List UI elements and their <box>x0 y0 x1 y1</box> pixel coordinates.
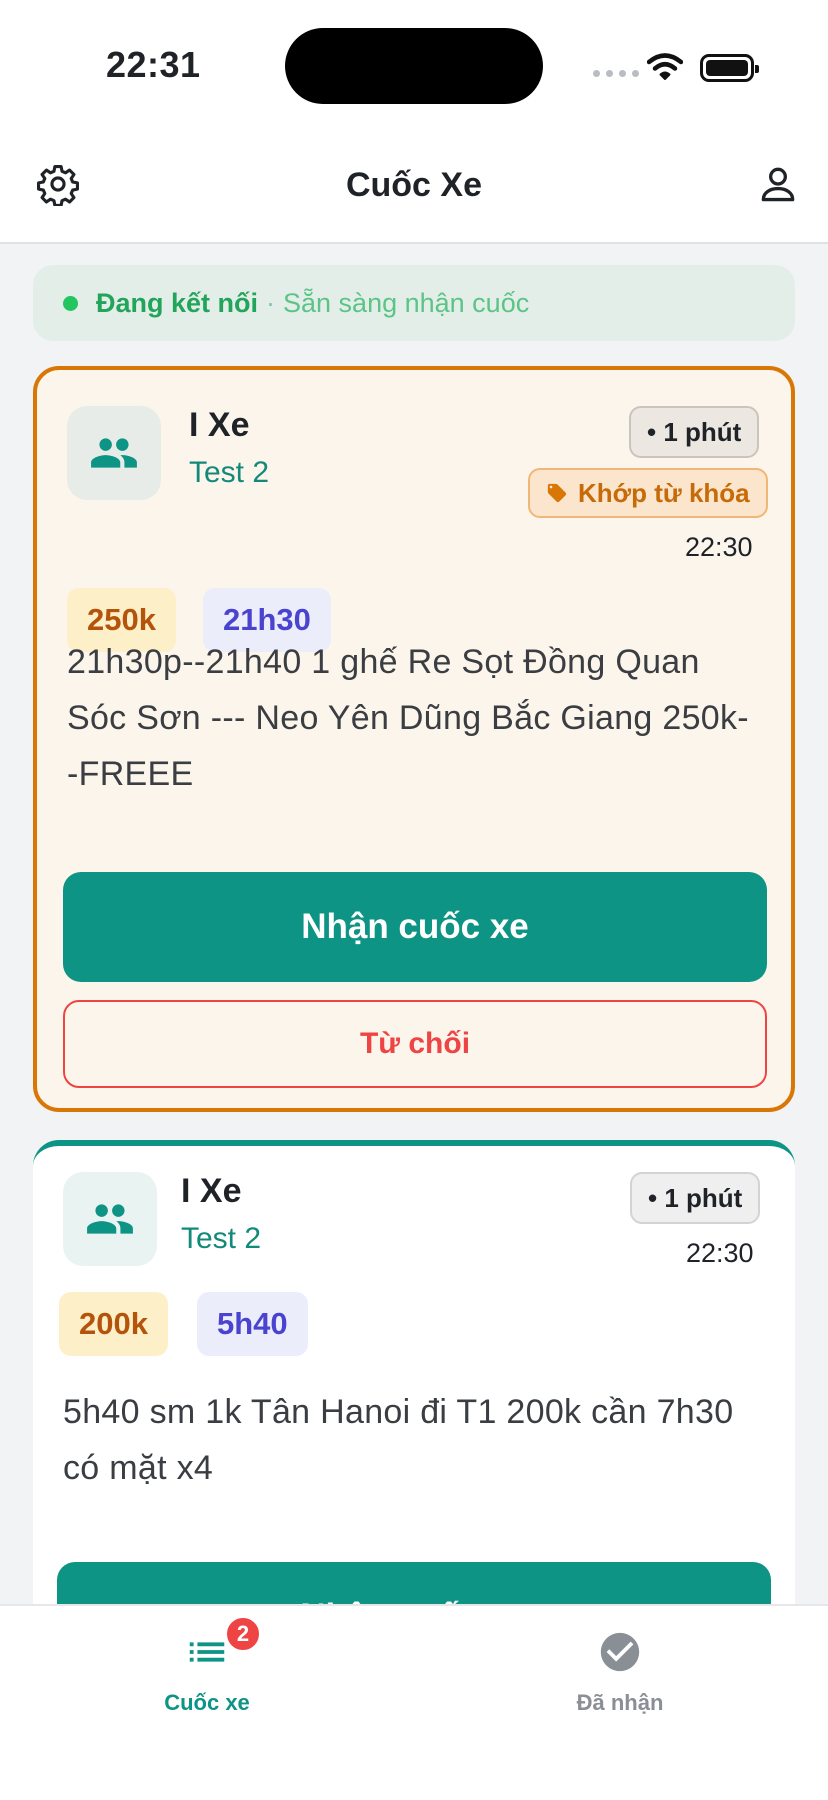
group-name: Test 2 <box>189 456 270 489</box>
status-time: 22:31 <box>106 44 201 85</box>
group-icon <box>91 438 137 468</box>
ride-card: I Xe Test 2 • 1 phút 22:30 200k 5h40 5h4… <box>33 1140 795 1604</box>
tab-rides[interactable]: 2 Cuốc xe <box>107 1616 307 1716</box>
ride-message: 5h40 sm 1k Tân Hanoi đi T1 200k cần 7h30… <box>63 1393 734 1487</box>
tab-accepted[interactable]: Đã nhận <box>520 1624 720 1716</box>
ride-card: I Xe Test 2 • 1 phút Khớp từ khóa 22:30 … <box>33 366 795 1112</box>
accept-ride-button[interactable]: Nhận cuốc xe <box>57 1562 771 1604</box>
group-name: Test 2 <box>181 1222 262 1255</box>
keyword-match-badge: Khớp từ khóa <box>528 468 768 518</box>
ride-message: 21h30p--21h40 1 ghế Re Sọt Đồng Quan Sóc… <box>67 643 749 793</box>
wifi-icon <box>647 53 683 80</box>
price-chip: 200k <box>59 1292 168 1356</box>
app-header: Cuốc Xe <box>0 140 828 244</box>
dynamic-island <box>285 28 543 104</box>
sender-name: I Xe <box>189 406 250 444</box>
battery-icon <box>700 54 759 82</box>
accept-ride-button[interactable]: Nhận cuốc xe <box>63 872 767 982</box>
status-bar: 22:31 <box>0 0 828 140</box>
tab-label: Cuốc xe <box>164 1690 250 1715</box>
tab-label: Đã nhận <box>576 1690 664 1715</box>
tab-badge: 2 <box>225 1616 261 1652</box>
connection-dot-icon <box>63 295 78 311</box>
age-badge: • 1 phút <box>629 406 760 458</box>
reject-ride-button[interactable]: Từ chối <box>63 1000 767 1088</box>
list-icon <box>189 1642 225 1662</box>
rides-list[interactable]: Đang kết nối · Sẵn sàng nhận cuốc I Xe T… <box>0 246 828 1604</box>
keyword-match-label: Khớp từ khóa <box>578 477 750 508</box>
tab-bar: 2 Cuốc xe Đã nhận <box>0 1604 828 1800</box>
post-time: 22:30 <box>685 532 753 562</box>
check-circle-icon <box>600 1632 640 1672</box>
tag-icon <box>547 483 567 503</box>
user-icon[interactable] <box>756 162 800 206</box>
cellular-signal-icon <box>593 70 639 77</box>
connection-separator: · <box>266 287 276 318</box>
connection-status-banner: Đang kết nối · Sẵn sàng nhận cuốc <box>33 265 795 341</box>
group-avatar <box>63 1172 157 1266</box>
pickup-time-chip: 5h40 <box>197 1292 308 1356</box>
post-time: 22:30 <box>686 1238 754 1268</box>
age-badge: • 1 phút <box>630 1172 761 1224</box>
connection-status: Đang kết nối <box>96 287 259 318</box>
connection-message: Sẵn sàng nhận cuốc <box>283 287 530 318</box>
sender-name: I Xe <box>181 1172 242 1210</box>
page-title: Cuốc Xe <box>345 166 483 204</box>
group-icon <box>87 1204 133 1234</box>
group-avatar <box>67 406 161 500</box>
